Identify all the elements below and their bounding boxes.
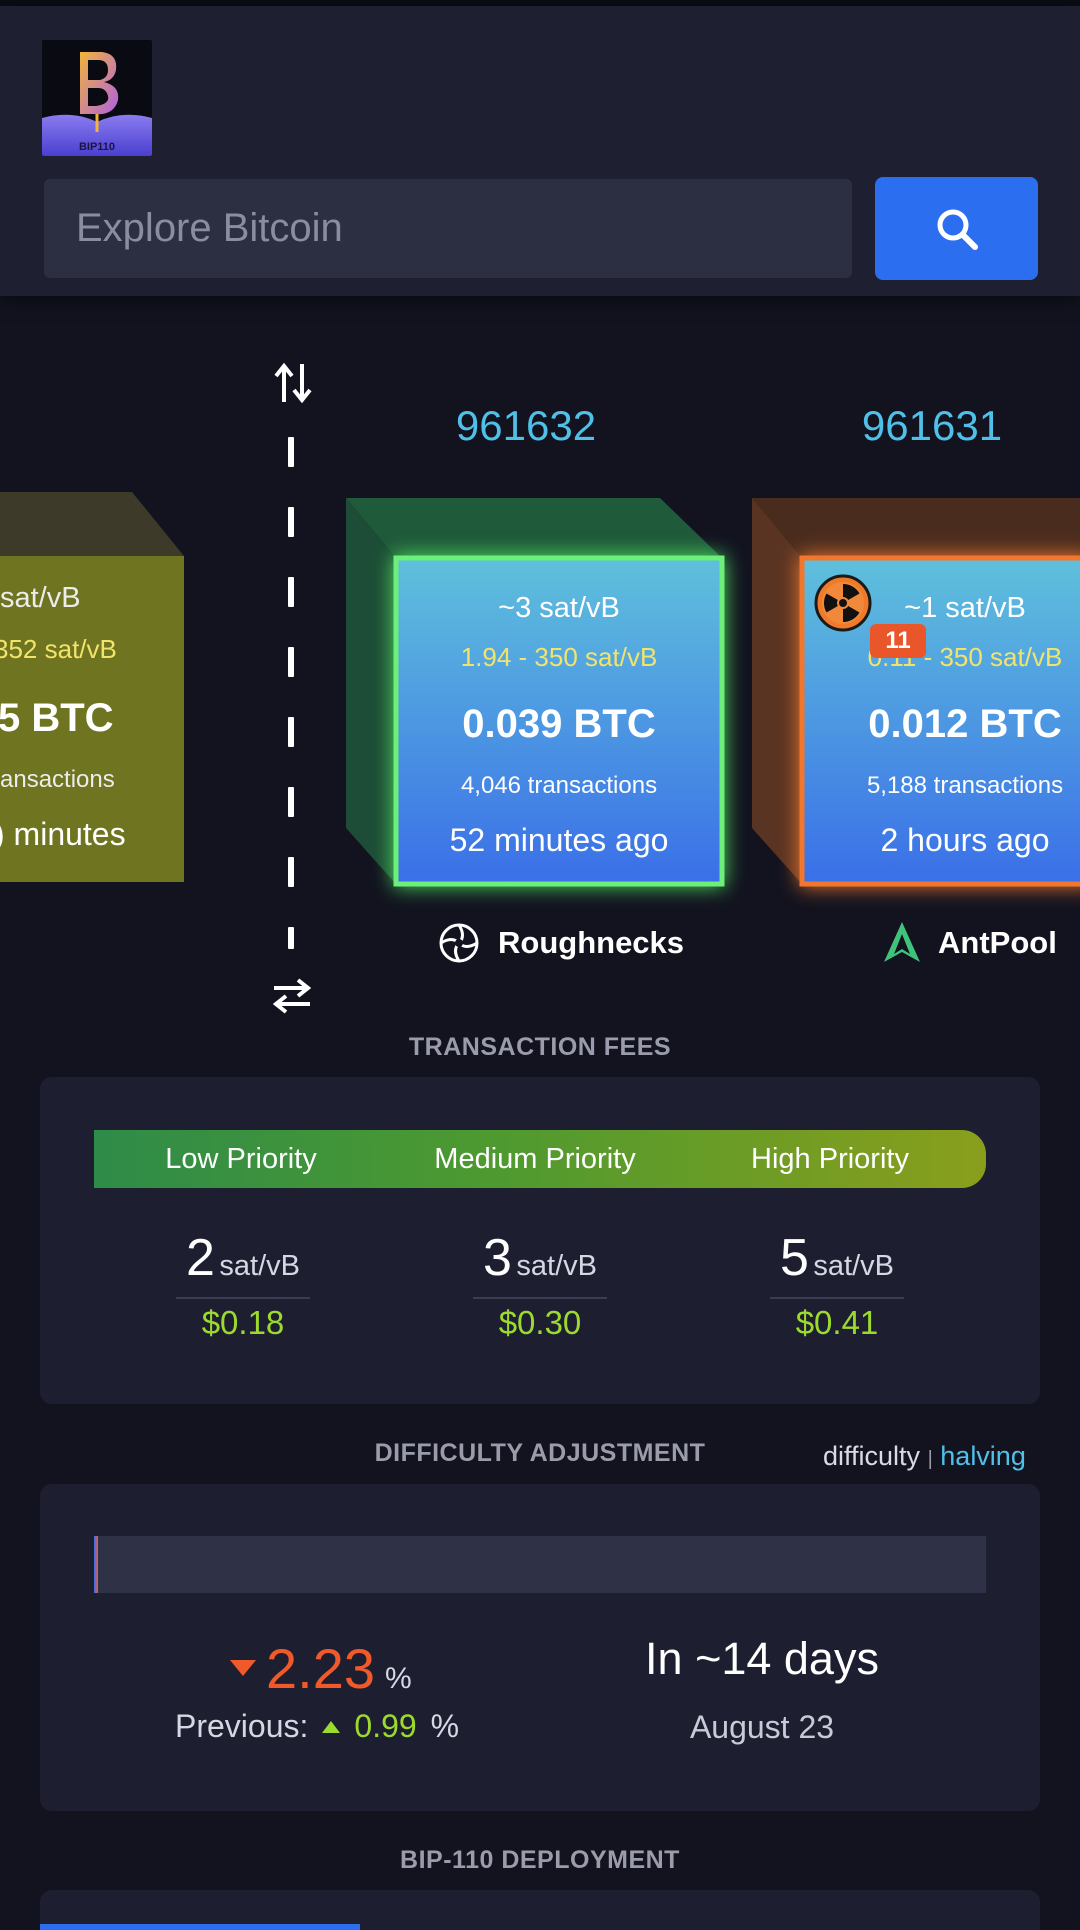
block-961631[interactable]: ~1 sat/vB 0.11 - 350 sat/vB 0.012 BTC 5,… [752,498,1080,887]
fee-value: 2 [186,1229,215,1287]
transaction-fees-title: TRANSACTION FEES [408,1033,672,1061]
fee-unit: sat/vB [813,1250,894,1282]
antpool-logo-icon [884,922,920,962]
difficulty-progress-fill [94,1536,98,1593]
block-961632-total: 0.039 BTC [462,702,656,746]
search-icon [937,209,978,250]
search-button[interactable] [875,177,1038,280]
difficulty-previous: Previous: 0.99 % [175,1708,459,1745]
block-height-961632[interactable]: 961632 [376,402,676,450]
fee-unit: sat/vB [516,1250,597,1282]
radiation-icon[interactable] [814,574,872,632]
previous-value: 0.99 [354,1708,417,1744]
medium-priority-fee: 3 sat/vB [440,1228,640,1288]
pool-name: Roughnecks [498,925,685,960]
block-961632-tx-count: 4,046 transactions [460,772,658,799]
warning-count-badge: 11 [870,624,926,658]
medium-priority-label: Medium Priority [434,1143,636,1175]
pool-antpool[interactable]: AntPool [884,922,1057,964]
mempool-block[interactable]: sat/vB 352 sat/vB 5 BTC ansactions ) min… [0,492,184,882]
fee-unit: sat/vB [219,1250,300,1282]
mempool-total: 5 BTC [0,696,114,740]
site-header: BIP110 [0,6,1080,296]
mempool-tx-count: ansactions [0,766,115,793]
swap-vertical-icon[interactable] [272,362,314,404]
mempool-fee-median: sat/vB [0,582,81,614]
pool-name: AntPool [938,925,1057,960]
roughnecks-logo-icon [439,923,479,963]
priority-bar: Low Priority Medium Priority High Priori… [94,1130,986,1188]
increase-triangle-icon [322,1720,341,1733]
difficulty-tab[interactable]: difficulty [823,1441,920,1471]
logo-text: BIP110 [79,141,115,153]
difficulty-date: August 23 [689,1709,835,1745]
medium-priority-usd: $0.30 [498,1304,582,1341]
pool-roughnecks[interactable]: Roughnecks [438,922,684,964]
search-input[interactable] [44,179,852,278]
block-961631-tx-count: 5,188 transactions [866,772,1064,799]
block-961632-fee-median: ~3 sat/vB [498,592,620,624]
block-961632-time: 52 minutes ago [449,822,669,858]
low-priority-fee: 2 sat/vB [143,1228,343,1288]
tab-separator: | [927,1448,933,1470]
previous-label: Previous: [175,1708,309,1744]
block-961631-time: 2 hours ago [880,822,1050,858]
bip110-deployment-title: BIP-110 DEPLOYMENT [400,1846,680,1874]
low-priority-usd: $0.18 [201,1304,285,1341]
difficulty-change-unit: % [385,1662,412,1695]
bip110-logo[interactable]: BIP110 [42,40,152,156]
mempool-fee-range: 352 sat/vB [0,634,117,664]
block-961631-total: 0.012 BTC [868,702,1062,746]
decrease-triangle-icon [230,1659,256,1676]
fee-divider [176,1297,310,1299]
high-priority-label: High Priority [751,1143,909,1175]
difficulty-change-value: 2.23 [266,1637,375,1700]
low-priority-label: Low Priority [165,1143,317,1175]
fee-divider [473,1297,607,1299]
difficulty-eta: In ~14 days [645,1633,879,1684]
difficulty-change: 2.23 % [230,1636,412,1701]
fee-value: 5 [780,1229,809,1287]
block-height-961631[interactable]: 961631 [782,402,1080,450]
block-961631-fee-range: 0.11 - 350 sat/vB [867,642,1063,672]
high-priority-usd: $0.41 [795,1304,879,1341]
halving-tab[interactable]: halving [940,1441,1026,1471]
block-961632-fee-range: 1.94 - 350 sat/vB [460,642,658,672]
swap-horizontal-icon[interactable] [272,976,312,1016]
fee-divider [770,1297,904,1299]
block-961632[interactable]: ~3 sat/vB 1.94 - 350 sat/vB 0.039 BTC 4,… [346,498,725,887]
difficulty-progress-bar [94,1536,986,1593]
fee-value: 3 [483,1229,512,1287]
high-priority-fee: 5 sat/vB [737,1228,937,1288]
mempool-time: ) minutes [0,816,126,852]
difficulty-halving-toggle: difficulty | halving [823,1441,1026,1472]
bip110-progress-accent [40,1924,360,1930]
previous-unit: % [430,1708,460,1744]
